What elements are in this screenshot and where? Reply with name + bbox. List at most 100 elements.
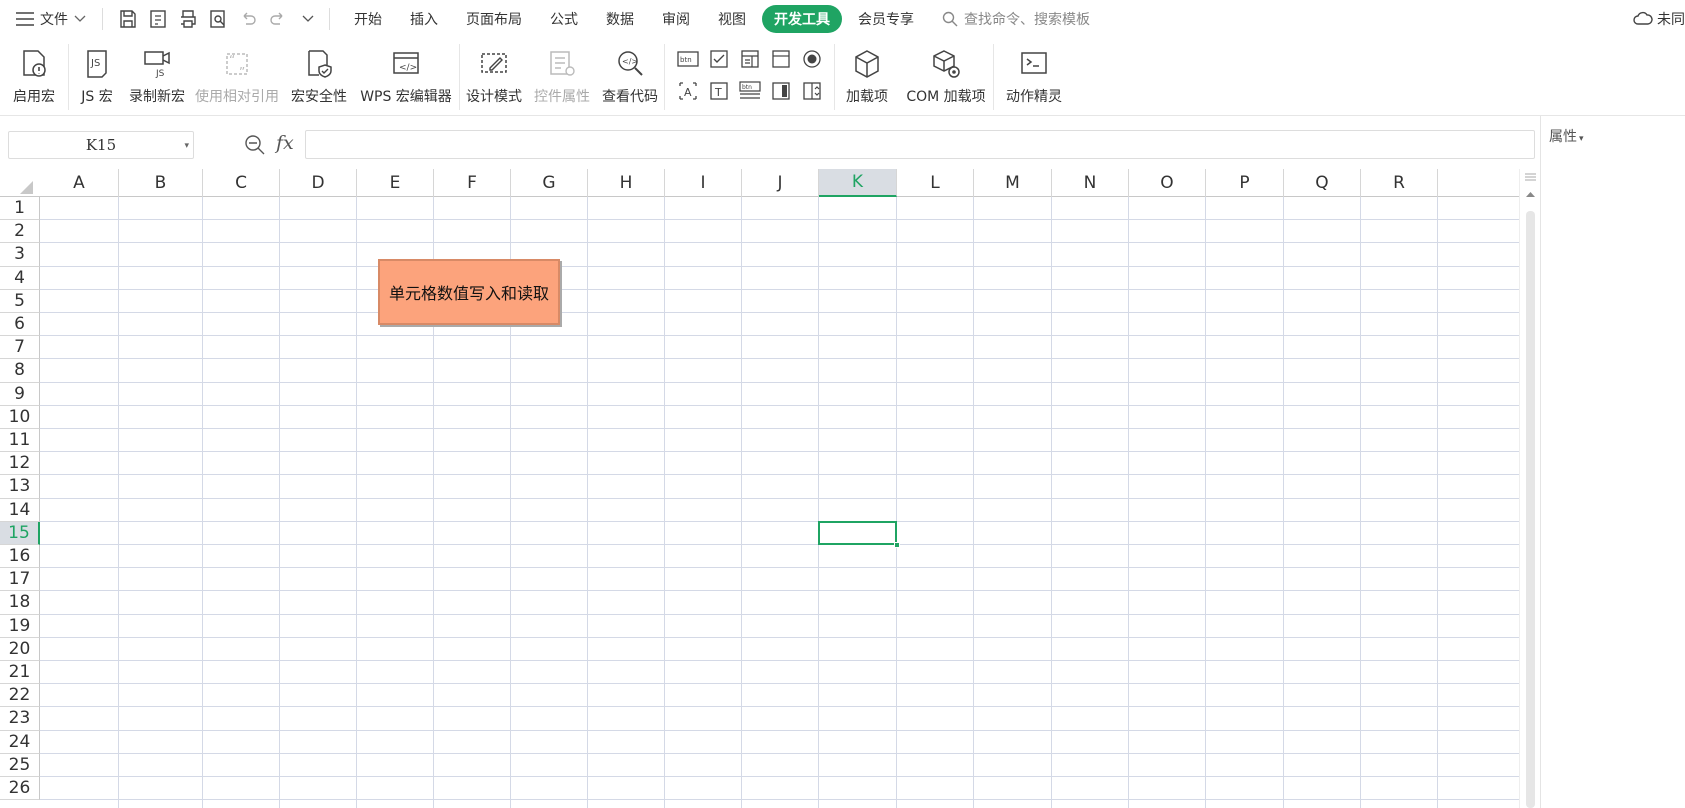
row-header-6[interactable]: 6	[0, 313, 40, 337]
listbox-control-icon[interactable]	[768, 46, 794, 72]
row-header-14[interactable]: 14	[0, 498, 40, 522]
row-header-3[interactable]: 3	[0, 243, 40, 267]
column-header-q[interactable]: Q	[1284, 169, 1361, 197]
column-header-e[interactable]: E	[357, 169, 434, 197]
export-pdf-icon[interactable]	[145, 6, 171, 32]
row-header-20[interactable]: 20	[0, 637, 40, 661]
column-header-h[interactable]: H	[588, 169, 665, 197]
row-header-24[interactable]: 24	[0, 730, 40, 754]
row-header-23[interactable]: 23	[0, 707, 40, 731]
split-handle-icon[interactable]	[1525, 173, 1536, 181]
select-all-corner[interactable]	[0, 169, 40, 197]
formula-input[interactable]	[305, 130, 1535, 159]
view-code-button[interactable]: </> 查看代码	[596, 38, 664, 110]
enable-macro-button[interactable]: 启用宏	[0, 38, 68, 110]
row-header-12[interactable]: 12	[0, 452, 40, 476]
row-header-21[interactable]: 21	[0, 661, 40, 685]
relative-reference-button[interactable]: “” 使用相对引用	[189, 38, 285, 110]
tab-member[interactable]: 会员专享	[846, 5, 926, 33]
toggle-button-control-icon[interactable]: btn	[737, 78, 763, 104]
macro-security-button[interactable]: 宏安全性	[285, 38, 353, 110]
redo-icon[interactable]	[265, 6, 291, 32]
undo-icon[interactable]	[235, 6, 261, 32]
row-header-13[interactable]: 13	[0, 475, 40, 499]
row-header-26[interactable]: 26	[0, 777, 40, 801]
button-control-icon[interactable]: btn	[675, 46, 701, 72]
wps-macro-editor-button[interactable]: </> WPS 宏编辑器	[353, 38, 459, 110]
row-header-5[interactable]: 5	[0, 289, 40, 313]
more-dropdown-icon[interactable]	[295, 6, 321, 32]
fill-handle[interactable]	[894, 541, 900, 548]
js-macro-button[interactable]: JS JS 宏	[69, 38, 125, 110]
row-header-25[interactable]: 25	[0, 753, 40, 777]
combobox-control-icon[interactable]	[737, 46, 763, 72]
print-preview-icon[interactable]	[205, 6, 231, 32]
column-header-r[interactable]: R	[1361, 169, 1438, 197]
column-header-f[interactable]: F	[434, 169, 511, 197]
textbox-control-icon[interactable]: T	[706, 78, 732, 104]
row-header-19[interactable]: 19	[0, 614, 40, 638]
tab-page-layout[interactable]: 页面布局	[454, 5, 534, 33]
zoom-out-icon[interactable]	[244, 134, 266, 156]
column-header-o[interactable]: O	[1129, 169, 1206, 197]
row-header-4[interactable]: 4	[0, 266, 40, 290]
tab-data[interactable]: 数据	[594, 5, 646, 33]
macro-button[interactable]: 单元格数值写入和读取	[378, 259, 560, 325]
column-header-a[interactable]: A	[40, 169, 119, 197]
command-search[interactable]: 查找命令、搜索模板	[942, 9, 1090, 29]
column-header-b[interactable]: B	[119, 169, 203, 197]
radio-control-icon[interactable]	[799, 46, 825, 72]
insert-function-icon[interactable]: fx	[276, 132, 294, 154]
row-header-22[interactable]: 22	[0, 684, 40, 708]
action-wizard-button[interactable]: 动作精灵	[994, 38, 1074, 110]
row-header-1[interactable]: 1	[0, 197, 40, 221]
control-properties-button[interactable]: 控件属性	[528, 38, 596, 110]
column-header-p[interactable]: P	[1206, 169, 1284, 197]
scrollbar-thumb[interactable]	[1526, 211, 1535, 808]
sync-status[interactable]: 未同	[1633, 0, 1685, 38]
save-icon[interactable]	[115, 6, 141, 32]
column-header-j[interactable]: J	[742, 169, 819, 197]
row-header-9[interactable]: 9	[0, 382, 40, 406]
scroll-up-icon[interactable]	[1526, 191, 1535, 197]
column-header-m[interactable]: M	[974, 169, 1052, 197]
row-header-11[interactable]: 11	[0, 429, 40, 453]
scrollbar-control-icon[interactable]	[768, 78, 794, 104]
com-addins-button[interactable]: COM 加载项	[899, 38, 993, 110]
row-header-15[interactable]: 15	[0, 521, 40, 545]
column-header-c[interactable]: C	[203, 169, 280, 197]
row-header-16[interactable]: 16	[0, 545, 40, 569]
row-header-7[interactable]: 7	[0, 336, 40, 360]
column-header-k[interactable]: K	[819, 169, 897, 197]
print-icon[interactable]	[175, 6, 201, 32]
column-header-l[interactable]: L	[897, 169, 974, 197]
row-header-2[interactable]: 2	[0, 220, 40, 244]
checkbox-control-icon[interactable]	[706, 46, 732, 72]
row-header-10[interactable]: 10	[0, 405, 40, 429]
file-menu-button[interactable]: 文件	[16, 9, 94, 29]
name-box-dropdown-icon[interactable]: ▾	[184, 141, 189, 151]
selected-cell[interactable]	[818, 520, 900, 548]
tab-formulas[interactable]: 公式	[538, 5, 590, 33]
tab-home[interactable]: 开始	[342, 5, 394, 33]
record-macro-button[interactable]: JS 录制新宏	[125, 38, 189, 110]
column-header-i[interactable]: I	[665, 169, 742, 197]
label-control-icon[interactable]: A	[675, 78, 701, 104]
vertical-scrollbar[interactable]	[1519, 169, 1540, 808]
spinner-control-icon[interactable]	[799, 78, 825, 104]
tab-developer[interactable]: 开发工具	[762, 5, 842, 33]
column-header-n[interactable]: N	[1052, 169, 1129, 197]
row-header-8[interactable]: 8	[0, 359, 40, 383]
cell-area[interactable]	[40, 197, 1519, 808]
addins-button[interactable]: 加载项	[835, 38, 899, 110]
column-header-d[interactable]: D	[280, 169, 357, 197]
design-mode-button[interactable]: 设计模式	[460, 38, 528, 110]
row-header-18[interactable]: 18	[0, 591, 40, 615]
name-box[interactable]: K15 ▾	[8, 131, 194, 159]
row-header-17[interactable]: 17	[0, 568, 40, 592]
tab-view[interactable]: 视图	[706, 5, 758, 33]
column-header-g[interactable]: G	[511, 169, 588, 197]
properties-title[interactable]: 属性 ▾	[1549, 126, 1584, 146]
tab-insert[interactable]: 插入	[398, 5, 450, 33]
tab-review[interactable]: 审阅	[650, 5, 702, 33]
